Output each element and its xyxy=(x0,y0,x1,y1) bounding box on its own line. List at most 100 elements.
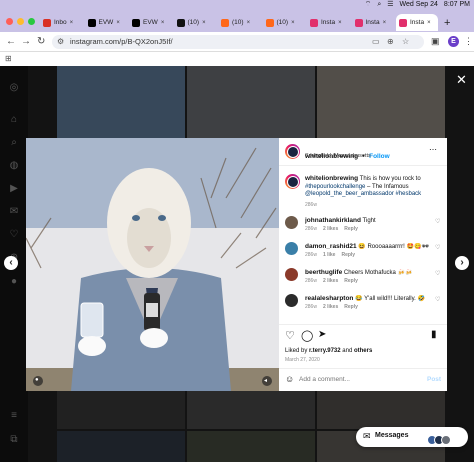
comment-like-heart-icon[interactable]: ♡ xyxy=(435,296,440,303)
likes-mid: and xyxy=(340,348,354,354)
comment-like-heart-icon[interactable]: ♡ xyxy=(435,270,440,277)
save-bookmark-icon[interactable]: ▮ xyxy=(431,329,437,340)
caption-text: This is how you rock to xyxy=(358,176,421,182)
share-icon[interactable]: ➤ xyxy=(318,329,326,340)
close-tab-icon[interactable]: × xyxy=(161,20,165,26)
comment-like-heart-icon[interactable]: ♡ xyxy=(435,218,440,225)
minimize-window-button[interactable] xyxy=(17,18,24,25)
control-center-icon[interactable]: ☰ xyxy=(387,0,393,10)
back-icon[interactable]: ← xyxy=(6,36,16,47)
comment-meta: 286w 1 like Reply xyxy=(305,252,355,258)
comment-like-heart-icon[interactable]: ♡ xyxy=(435,244,440,251)
comment-age: 286w xyxy=(305,278,317,284)
cast-icon[interactable]: ▭ xyxy=(372,37,380,46)
browser-tab[interactable]: Inbo × xyxy=(40,14,82,31)
comment-reply-button[interactable]: Reply xyxy=(341,252,355,258)
follow-button[interactable]: Follow xyxy=(369,153,390,160)
caption-avatar[interactable] xyxy=(285,174,300,189)
comment-text: Tight xyxy=(360,218,376,224)
add-comment-input[interactable] xyxy=(299,373,417,385)
address-bar[interactable]: ⚙ instagram.com/p/B-QX2onJ5If/ ▭ ⊕ ☆ xyxy=(52,35,424,49)
post-date[interactable]: March 27, 2020 xyxy=(285,357,320,363)
close-tab-icon[interactable]: × xyxy=(427,20,431,26)
comment-reply-button[interactable]: Reply xyxy=(344,304,358,310)
browser-menu-icon[interactable]: ⋮ xyxy=(464,36,473,47)
close-window-button[interactable] xyxy=(6,18,13,25)
author-avatar[interactable] xyxy=(285,144,300,159)
close-tab-icon[interactable]: × xyxy=(116,20,120,26)
bookmarks-bar: ⊞ xyxy=(0,52,474,66)
close-tab-icon[interactable]: × xyxy=(202,20,206,26)
macos-menu-bar: ⌔ ⌕ ☰ Wed Sep 24 8:07 PM xyxy=(0,0,474,10)
commenter-avatar[interactable] xyxy=(285,216,298,229)
search-icon[interactable]: ⌕ xyxy=(377,0,381,10)
extensions-icon[interactable]: ▣ xyxy=(431,36,440,47)
post-comment-button[interactable]: Post xyxy=(427,376,441,383)
tagged-users-icon[interactable]: ● xyxy=(35,377,39,383)
tab-label: (10) xyxy=(187,19,200,26)
close-tab-icon[interactable]: × xyxy=(291,20,295,26)
post-details-panel: whitelionbrewing • Follow Springfield, M… xyxy=(279,138,447,391)
comment-icon[interactable]: ◯ xyxy=(301,329,313,342)
zoom-icon[interactable]: ⊕ xyxy=(387,37,394,46)
tab-favicon-icon xyxy=(43,18,51,27)
browser-tab[interactable]: Insta × xyxy=(307,14,349,31)
comment-likes[interactable]: 2 likes xyxy=(323,304,338,310)
close-tab-icon[interactable]: × xyxy=(247,20,251,26)
tab-favicon-icon xyxy=(265,18,274,27)
comment-likes[interactable]: 2 likes xyxy=(323,278,338,284)
tab-favicon-icon xyxy=(221,18,229,27)
comment-reply-button[interactable]: Reply xyxy=(344,278,358,284)
more-options-icon[interactable]: ⋯ xyxy=(429,145,437,154)
post-media[interactable]: ● ◂ xyxy=(26,138,279,391)
hashtag-link[interactable]: #thepourlookchallenge xyxy=(305,184,365,190)
wifi-icon[interactable]: ⌔ xyxy=(365,0,372,10)
url-text[interactable]: instagram.com/p/B-QX2onJ5If/ xyxy=(70,37,173,46)
caption-username[interactable]: whitelionbrewing xyxy=(305,175,358,182)
comment-username[interactable]: beerthuglife xyxy=(305,269,342,276)
comment-divider xyxy=(279,368,447,369)
browser-tab[interactable]: (10) × xyxy=(263,14,305,31)
comment-username[interactable]: realalesharpton xyxy=(305,295,353,302)
emoji-picker-icon[interactable]: ☺ xyxy=(285,374,294,384)
comment-likes[interactable]: 2 likes xyxy=(323,226,338,232)
commenter-avatar[interactable] xyxy=(285,242,298,255)
mention-link[interactable]: @leopold_the_beer_ambassador xyxy=(305,191,394,197)
maximize-window-button[interactable] xyxy=(28,18,35,25)
site-info-icon[interactable]: ⚙ xyxy=(57,37,64,46)
apps-grid-icon[interactable]: ⊞ xyxy=(5,54,12,63)
comment-username[interactable]: damon_rashid21 xyxy=(305,243,357,250)
browser-tab[interactable]: EVW × xyxy=(129,14,171,31)
close-modal-icon[interactable]: ✕ xyxy=(456,72,467,88)
profile-avatar[interactable]: E xyxy=(448,36,459,47)
likes-others-link[interactable]: others xyxy=(354,348,372,354)
browser-tab[interactable]: Insta × xyxy=(396,14,438,31)
browser-tab[interactable]: (10) × xyxy=(174,14,216,31)
comment-reply-button[interactable]: Reply xyxy=(344,226,358,232)
tab-label: Inbo xyxy=(54,19,67,26)
close-tab-icon[interactable]: × xyxy=(70,20,74,26)
commenter-avatar[interactable] xyxy=(285,268,298,281)
post-location[interactable]: Springfield, Massachusetts xyxy=(305,153,371,159)
likes-user-link[interactable]: r.terry.9732 xyxy=(309,348,341,354)
close-tab-icon[interactable]: × xyxy=(338,20,342,26)
browser-tab[interactable]: (10) × xyxy=(218,14,260,31)
forward-icon[interactable]: → xyxy=(21,36,31,47)
browser-tab[interactable]: EVW × xyxy=(85,14,127,31)
comment-likes[interactable]: 1 like xyxy=(323,252,336,258)
tab-label: (10) xyxy=(276,19,289,26)
messages-drawer-button[interactable]: ✉ Messages xyxy=(356,427,468,447)
like-heart-icon[interactable]: ♡ xyxy=(285,329,295,342)
hashtag-link-2[interactable]: #hesback xyxy=(394,191,421,197)
close-tab-icon[interactable]: × xyxy=(383,20,387,26)
bookmark-star-icon[interactable]: ☆ xyxy=(402,37,409,46)
previous-post-arrow[interactable]: ‹ xyxy=(4,256,18,270)
next-post-arrow[interactable]: › xyxy=(455,256,469,270)
tab-label: (10) xyxy=(232,19,244,26)
reload-icon[interactable]: ↻ xyxy=(37,36,45,47)
new-tab-button[interactable]: + xyxy=(444,17,450,29)
mute-icon[interactable]: ◂ xyxy=(264,377,267,384)
comment-username[interactable]: johnathankirkland xyxy=(305,217,361,224)
browser-tab[interactable]: Insta × xyxy=(352,14,394,31)
commenter-avatar[interactable] xyxy=(285,294,298,307)
